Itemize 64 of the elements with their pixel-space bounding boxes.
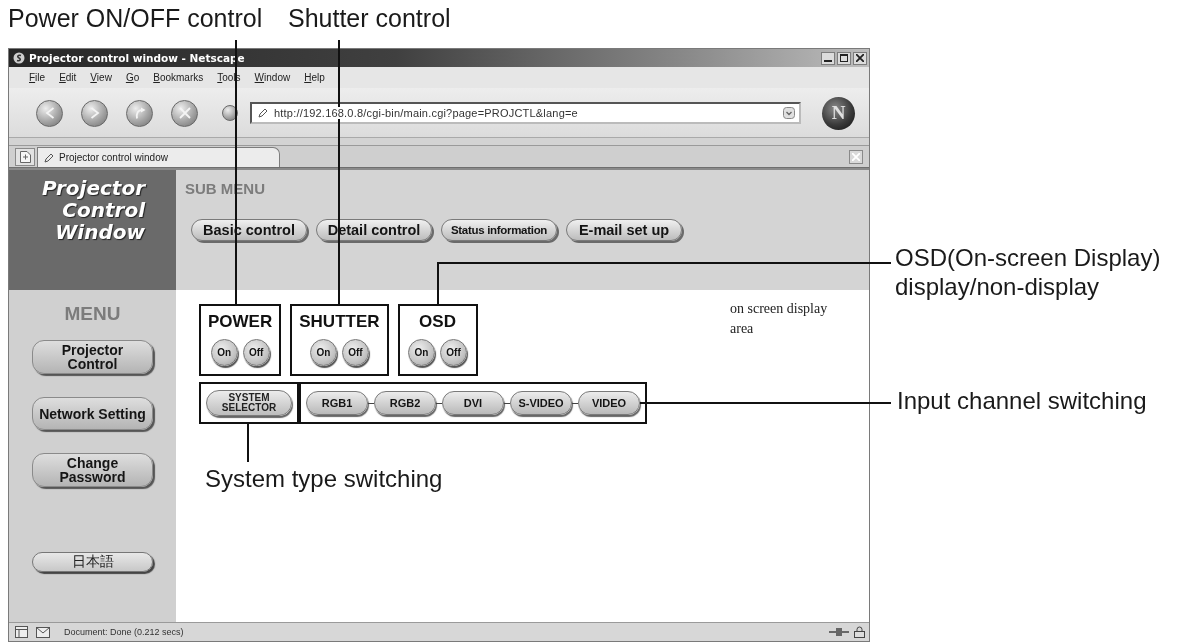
menu-button[interactable]: Projector Control xyxy=(32,340,153,374)
stop-button[interactable] xyxy=(171,99,198,127)
callout-label: Input channel switching xyxy=(897,386,1147,415)
connection-icon xyxy=(829,627,849,637)
system-selector-button[interactable]: SYSTEM SELECTOR xyxy=(206,390,292,416)
input-button[interactable]: RGB2 xyxy=(374,391,436,415)
lock-icon xyxy=(854,626,865,638)
page-logo: Projector Control Window xyxy=(40,177,145,243)
round-button[interactable]: Off xyxy=(242,339,270,366)
back-button[interactable] xyxy=(36,99,63,127)
address-field[interactable]: http://192.168.0.8/cgi-bin/main.cgi?page=PROJCTL&lang=e xyxy=(250,102,801,124)
menu-item[interactable]: Window xyxy=(254,72,291,83)
callout-label: System type switching xyxy=(205,464,443,493)
dropdown-icon[interactable] xyxy=(783,107,795,119)
sub-menu-button[interactable]: E-mail set up xyxy=(566,219,682,241)
pencil-icon xyxy=(258,108,268,118)
app-icon xyxy=(13,52,25,64)
menu-item[interactable]: File xyxy=(29,72,46,83)
round-button[interactable]: On xyxy=(408,339,435,366)
group-title: OSD xyxy=(419,312,456,332)
maximize-button[interactable] xyxy=(837,51,851,65)
group-title: POWER xyxy=(208,312,273,332)
curved-arrow-icon xyxy=(133,107,146,119)
page-icon xyxy=(19,151,31,163)
browser-logo: N xyxy=(822,96,855,130)
x-icon xyxy=(178,107,191,119)
osd-area-text: on screen display area xyxy=(730,300,829,338)
group-title: SHUTTER xyxy=(299,312,380,332)
minimize-icon xyxy=(824,59,832,62)
input-button[interactable]: S-VIDEO xyxy=(510,391,572,415)
reload-button[interactable] xyxy=(126,99,153,127)
callout-label: OSD(On-screen Display) display/non-display xyxy=(895,243,1162,301)
menu-button[interactable]: Change Password xyxy=(32,453,153,487)
round-button[interactable]: Off xyxy=(440,339,467,366)
round-button[interactable]: Off xyxy=(341,339,369,366)
language-button[interactable]: 日本語 xyxy=(32,552,153,572)
browser-tab[interactable]: Projector control window xyxy=(37,147,280,167)
input-button[interactable]: DVI xyxy=(442,391,504,415)
envelope-icon[interactable] xyxy=(36,626,50,638)
status-text: Document: Done (0.212 secs) xyxy=(64,627,184,637)
new-tab-button[interactable] xyxy=(15,148,35,166)
round-button[interactable]: On xyxy=(210,339,238,366)
menu-item[interactable]: Bookmarks xyxy=(153,72,204,83)
callout-label: Shutter control xyxy=(288,4,451,33)
minimize-button[interactable] xyxy=(821,51,835,65)
pencil-icon xyxy=(44,152,54,163)
close-tab-button[interactable] xyxy=(849,150,863,164)
close-icon xyxy=(852,153,860,161)
menu-button[interactable]: Network Setting xyxy=(32,397,153,430)
sub-menu-button[interactable]: Status information xyxy=(441,219,557,241)
input-button[interactable]: VIDEO xyxy=(578,391,640,415)
round-button[interactable]: On xyxy=(309,339,337,366)
window-icon[interactable] xyxy=(15,626,28,638)
menu-item[interactable]: Help xyxy=(304,72,325,83)
close-icon xyxy=(856,53,864,62)
menu-item[interactable]: View xyxy=(90,72,112,83)
maximize-icon xyxy=(840,53,848,62)
input-button[interactable]: RGB1 xyxy=(306,391,368,415)
forward-button[interactable] xyxy=(81,99,108,127)
menu-item[interactable]: Go xyxy=(125,72,140,83)
callout-label: Power ON/OFF control xyxy=(8,4,263,33)
menu-item[interactable]: Edit xyxy=(59,72,77,83)
close-button[interactable] xyxy=(853,51,867,65)
section-title: MENU xyxy=(64,304,121,324)
